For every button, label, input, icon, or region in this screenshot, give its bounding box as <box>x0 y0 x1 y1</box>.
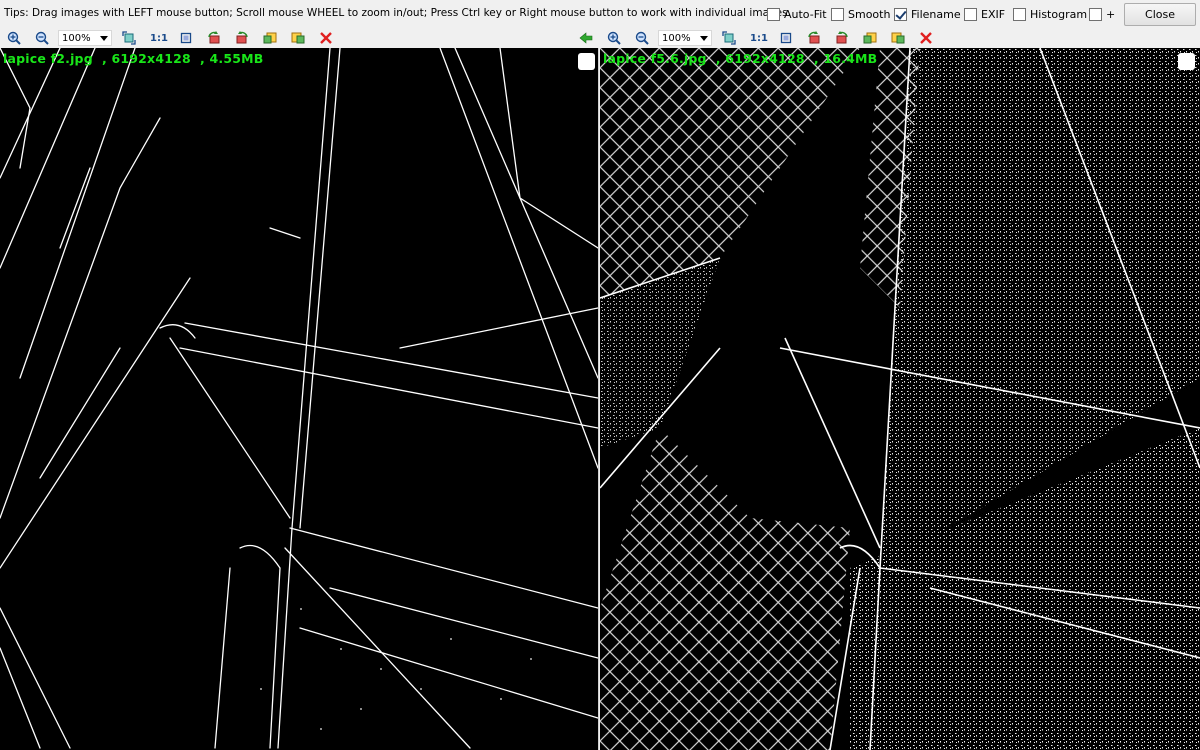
histogram-box[interactable] <box>1013 7 1026 21</box>
filename-box[interactable] <box>894 7 907 21</box>
smooth-checkbox[interactable]: Smooth <box>831 7 890 21</box>
previous-image-icon[interactable] <box>262 30 278 46</box>
smooth-label: Smooth <box>848 7 891 21</box>
zoom-in-icon[interactable] <box>606 30 622 46</box>
rotate-right-icon[interactable] <box>834 30 850 46</box>
rotate-left-icon[interactable] <box>806 30 822 46</box>
tips-bar: Tips: Drag images with LEFT mouse button… <box>0 0 1200 28</box>
next-image-icon[interactable] <box>890 30 906 46</box>
filename-label: Filename <box>911 7 961 21</box>
zoom-in-icon[interactable] <box>6 30 22 46</box>
chevron-down-icon <box>100 36 108 41</box>
right-image-pane[interactable]: lapice f5.6.jpg , 6192x4128 , 16.4MB <box>600 48 1200 750</box>
close-button[interactable]: Close <box>1124 3 1196 26</box>
filename-overlay: lapice f5.6.jpg , 6192x4128 , 16.4MB <box>603 51 878 66</box>
exif-label: EXIF <box>981 7 1006 21</box>
actual-size-button[interactable]: 1:1 <box>149 30 169 46</box>
sync-arrow-icon[interactable] <box>578 30 594 46</box>
pane-toggle-button[interactable] <box>578 53 595 70</box>
filename-overlay: lapice f2.jpg , 6192x4128 , 4.55MB <box>3 51 264 66</box>
fit-width-icon[interactable] <box>721 30 737 46</box>
fit-width-icon[interactable] <box>121 30 137 46</box>
next-image-icon[interactable] <box>290 30 306 46</box>
auto-fit-box[interactable] <box>767 7 780 21</box>
plus-checkbox[interactable]: + <box>1089 7 1115 21</box>
zoom-out-icon[interactable] <box>34 30 50 46</box>
actual-size-button[interactable]: 1:1 <box>749 30 769 46</box>
plus-label: + <box>1106 7 1116 21</box>
right-toolbar: 100% 1:1 <box>600 28 1200 48</box>
chevron-down-icon <box>700 36 708 41</box>
zoom-select[interactable]: 100% <box>58 30 112 46</box>
pane-toggle-button[interactable] <box>1178 53 1195 70</box>
left-toolbar: 100% 1:1 <box>0 28 600 48</box>
fit-window-icon[interactable] <box>778 30 794 46</box>
right-edge-image <box>600 48 1200 750</box>
histogram-checkbox[interactable]: Histogram <box>1013 7 1087 21</box>
smooth-box[interactable] <box>831 7 844 21</box>
auto-fit-label: Auto-Fit <box>784 7 827 21</box>
exif-box[interactable] <box>964 7 977 21</box>
close-image-icon[interactable] <box>318 30 334 46</box>
zoom-value: 100% <box>662 32 691 44</box>
histogram-label: Histogram <box>1030 7 1088 21</box>
exif-checkbox[interactable]: EXIF <box>964 7 1005 21</box>
rotate-right-icon[interactable] <box>234 30 250 46</box>
zoom-out-icon[interactable] <box>634 30 650 46</box>
auto-fit-checkbox[interactable]: Auto-Fit <box>767 7 827 21</box>
tips-text: Tips: Drag images with LEFT mouse button… <box>4 7 791 19</box>
fit-window-icon[interactable] <box>178 30 194 46</box>
close-image-icon[interactable] <box>918 30 934 46</box>
rotate-left-icon[interactable] <box>206 30 222 46</box>
zoom-select[interactable]: 100% <box>658 30 712 46</box>
plus-box[interactable] <box>1089 7 1102 21</box>
zoom-value: 100% <box>62 32 91 44</box>
left-edge-image <box>0 48 598 749</box>
previous-image-icon[interactable] <box>862 30 878 46</box>
left-image-pane[interactable]: lapice f2.jpg , 6192x4128 , 4.55MB <box>0 48 599 750</box>
filename-checkbox[interactable]: Filename <box>894 7 961 21</box>
